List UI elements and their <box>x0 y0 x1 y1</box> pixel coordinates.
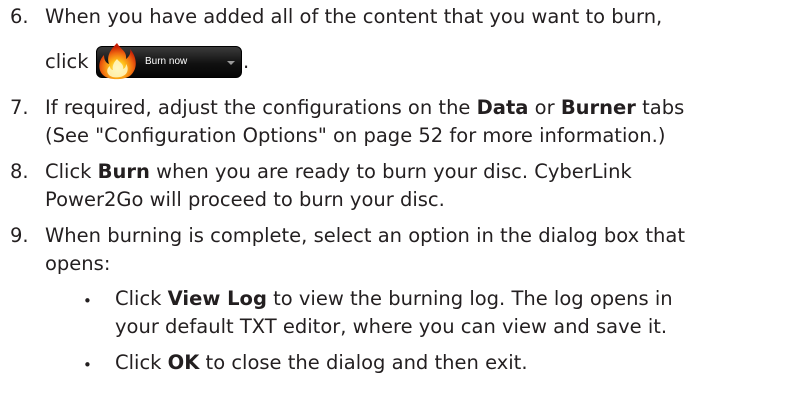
step-text: If required, adjust the configurations o… <box>45 96 685 119</box>
step-text: (See "Configuration Options" on page 52 … <box>45 124 666 147</box>
bullet-marker: • <box>83 356 92 374</box>
step-text: When you have added all of the content t… <box>45 5 663 28</box>
bullet-text: your default TXT editor, where you can v… <box>115 315 668 338</box>
step-number: 9. <box>10 224 29 247</box>
step-number: 6. <box>10 5 29 28</box>
bullet-text: Click View Log to view the burning log. … <box>115 287 673 310</box>
step-number: 8. <box>10 160 29 183</box>
step-text: Power2Go will proceed to burn your disc. <box>45 188 445 211</box>
step-text: . <box>243 50 250 73</box>
step-text: opens: <box>45 252 111 275</box>
burn-now-label: Burn now <box>145 56 188 67</box>
flame-icon <box>99 43 136 80</box>
step-text: When burning is complete, select an opti… <box>45 224 685 247</box>
step-text: click <box>45 50 89 73</box>
step-text: Click Burn when you are ready to burn yo… <box>45 160 632 183</box>
burn-now-button: Burn now <box>96 43 242 80</box>
chevron-down-icon <box>227 61 235 65</box>
bullet-marker: • <box>83 292 92 310</box>
bullet-text: Click OK to close the dialog and then ex… <box>115 351 528 374</box>
step-number: 7. <box>10 96 29 119</box>
